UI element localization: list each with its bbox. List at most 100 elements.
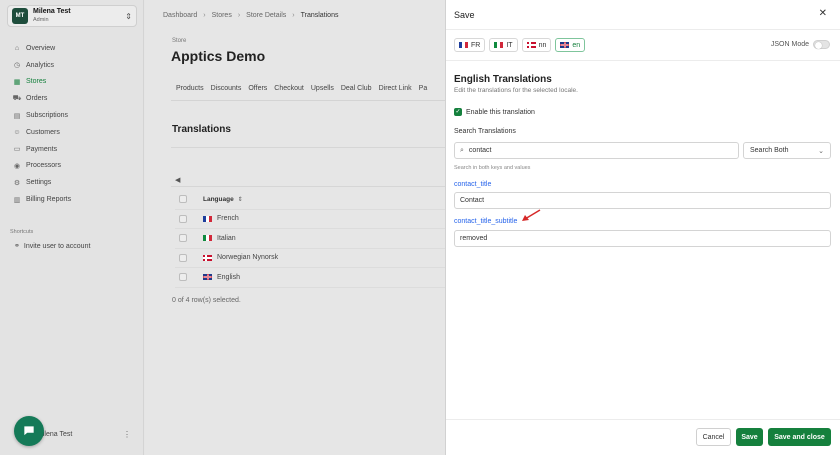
search-scope-select[interactable]: Search Both ⌄ (743, 142, 831, 159)
link-icon: ⚭ (14, 243, 20, 250)
breadcrumb-dashboard[interactable]: Dashboard (163, 12, 197, 19)
breadcrumb-stores[interactable]: Stores (212, 12, 232, 19)
chevron-updown-icon: ⇕ (125, 11, 132, 21)
chat-icon (24, 426, 34, 436)
store-icon: ▦ (13, 78, 21, 86)
section-title: Translations (172, 124, 231, 135)
flag-france-icon (459, 42, 468, 48)
field-input-contact-title[interactable]: Contact (454, 192, 831, 209)
report-icon: ▥ (13, 196, 21, 204)
field-input-contact-title-subtitle[interactable]: removed (454, 230, 831, 247)
locale-tab-fr[interactable]: FR (454, 38, 486, 52)
sidebar-nav: ⌂ Overview ◷ Analytics ▦ Stores ⛟ Orders ▤ Su… (12, 40, 136, 208)
divider (171, 100, 445, 101)
scroll-left-icon[interactable]: ◀ (175, 176, 180, 184)
translations-title: English Translations (454, 74, 552, 85)
table-row[interactable]: English (175, 268, 445, 288)
language-name: Norwegian Nynorsk (217, 254, 279, 262)
enable-checkbox[interactable]: ✓ (454, 108, 462, 116)
flag-italy-icon (203, 235, 212, 242)
store-tabs: Products Discounts Offers Checkout Upsel… (176, 85, 434, 92)
table-row[interactable]: Norwegian Nynorsk (175, 249, 445, 268)
locale-tab-en[interactable]: en (555, 38, 586, 52)
divider (446, 60, 840, 61)
column-header-language[interactable]: Language (203, 196, 234, 203)
account-switcher[interactable]: MT Milena Test Admin ⇕ (7, 5, 137, 27)
chat-button[interactable] (14, 416, 44, 446)
select-all-checkbox[interactable] (179, 195, 187, 204)
tab-checkout[interactable]: Checkout (274, 85, 304, 92)
sidebar-item-customers[interactable]: ☺ Customers (12, 124, 136, 141)
tab-upsells[interactable]: Upsells (311, 85, 334, 92)
tab-discounts[interactable]: Discounts (211, 85, 242, 92)
tab-direct-link[interactable]: Direct Link (379, 85, 412, 92)
sidebar: MT Milena Test Admin ⇕ ⌂ Overview ◷ Analyt… (0, 0, 144, 455)
row-checkbox[interactable] (179, 234, 187, 243)
chevron-down-icon: ⌄ (818, 147, 824, 155)
annotation-arrow-icon (522, 209, 541, 221)
sort-icon[interactable]: ⇕ (238, 196, 243, 203)
tab-deal-club[interactable]: Deal Club (341, 85, 372, 92)
chevron-right-icon: › (292, 12, 295, 19)
avatar: MT (12, 8, 28, 24)
tab-truncated[interactable]: Pa (419, 85, 428, 92)
language-name: French (217, 215, 239, 223)
shortcut-invite-user[interactable]: ⚭ Invite user to account (14, 242, 90, 251)
json-mode-toggle[interactable] (813, 40, 830, 49)
flag-uk-icon (203, 274, 212, 281)
card-icon: ▭ (13, 146, 21, 154)
sidebar-item-billing-reports[interactable]: ▥ Billing Reports (12, 191, 136, 208)
store-kicker: Store (172, 38, 187, 44)
page-title: Apptics Demo (171, 48, 266, 64)
row-checkbox[interactable] (179, 214, 187, 223)
save-button[interactable]: Save (736, 428, 763, 446)
enable-label: Enable this translation (466, 108, 535, 116)
divider (446, 419, 840, 420)
cancel-button[interactable]: Cancel (696, 428, 731, 446)
row-checkbox[interactable] (179, 273, 187, 282)
language-name: Italian (217, 234, 236, 242)
close-icon[interactable]: ✕ (819, 8, 827, 19)
calendar-icon: ▤ (13, 112, 21, 120)
clock-icon: ◷ (13, 62, 21, 70)
table-row[interactable]: Italian (175, 229, 445, 249)
field-key-contact-title-subtitle: contact_title_subtitle (454, 218, 518, 225)
flag-norway-icon (526, 42, 536, 48)
user-role: Admin (33, 17, 49, 23)
search-label: Search Translations (454, 128, 516, 135)
sidebar-item-settings[interactable]: ⚙ Settings (12, 174, 136, 191)
user-name: Milena Test (33, 8, 71, 15)
sidebar-item-orders[interactable]: ⛟ Orders (12, 90, 136, 107)
translations-subtitle: Edit the translations for the selected l… (454, 87, 578, 94)
breadcrumb-store-details[interactable]: Store Details (246, 12, 286, 19)
sidebar-item-stores[interactable]: ▦ Stores (12, 74, 136, 91)
sidebar-item-subscriptions[interactable]: ▤ Subscriptions (12, 107, 136, 124)
flag-italy-icon (494, 42, 504, 48)
processor-icon: ◉ (13, 162, 21, 170)
save-and-close-button[interactable]: Save and close (768, 428, 831, 446)
main-content: Dashboard › Stores › Store Details › Tra… (145, 0, 445, 455)
sidebar-item-overview[interactable]: ⌂ Overview (12, 40, 136, 57)
table-row[interactable]: French (175, 210, 445, 229)
language-name: English (217, 273, 240, 281)
cart-icon: ⛟ (12, 95, 22, 103)
more-vertical-icon[interactable]: ⋮ (123, 430, 131, 439)
home-icon: ⌂ (14, 44, 20, 52)
flag-norway-icon (203, 254, 212, 261)
locale-tabs: FR IT nn en (454, 38, 589, 52)
search-input[interactable]: ⌕ contact (454, 142, 739, 159)
tab-offers[interactable]: Offers (248, 85, 267, 92)
search-scope-value: Search Both (750, 147, 789, 154)
sidebar-item-analytics[interactable]: ◷ Analytics (12, 57, 136, 74)
field-key-contact-title: contact_title (454, 181, 492, 188)
locale-tab-it[interactable]: IT (489, 38, 518, 52)
sidebar-item-processors[interactable]: ◉ Processors (12, 158, 136, 175)
search-icon: ⌕ (460, 146, 464, 154)
table-header-row: Language ⇕ (175, 190, 445, 210)
tab-products[interactable]: Products (176, 85, 204, 92)
row-checkbox[interactable] (179, 253, 187, 262)
gear-icon: ⚙ (13, 179, 21, 187)
sidebar-item-payments[interactable]: ▭ Payments (12, 141, 136, 158)
enable-translation[interactable]: ✓ Enable this translation (454, 108, 535, 116)
locale-tab-nn[interactable]: nn (521, 38, 552, 52)
